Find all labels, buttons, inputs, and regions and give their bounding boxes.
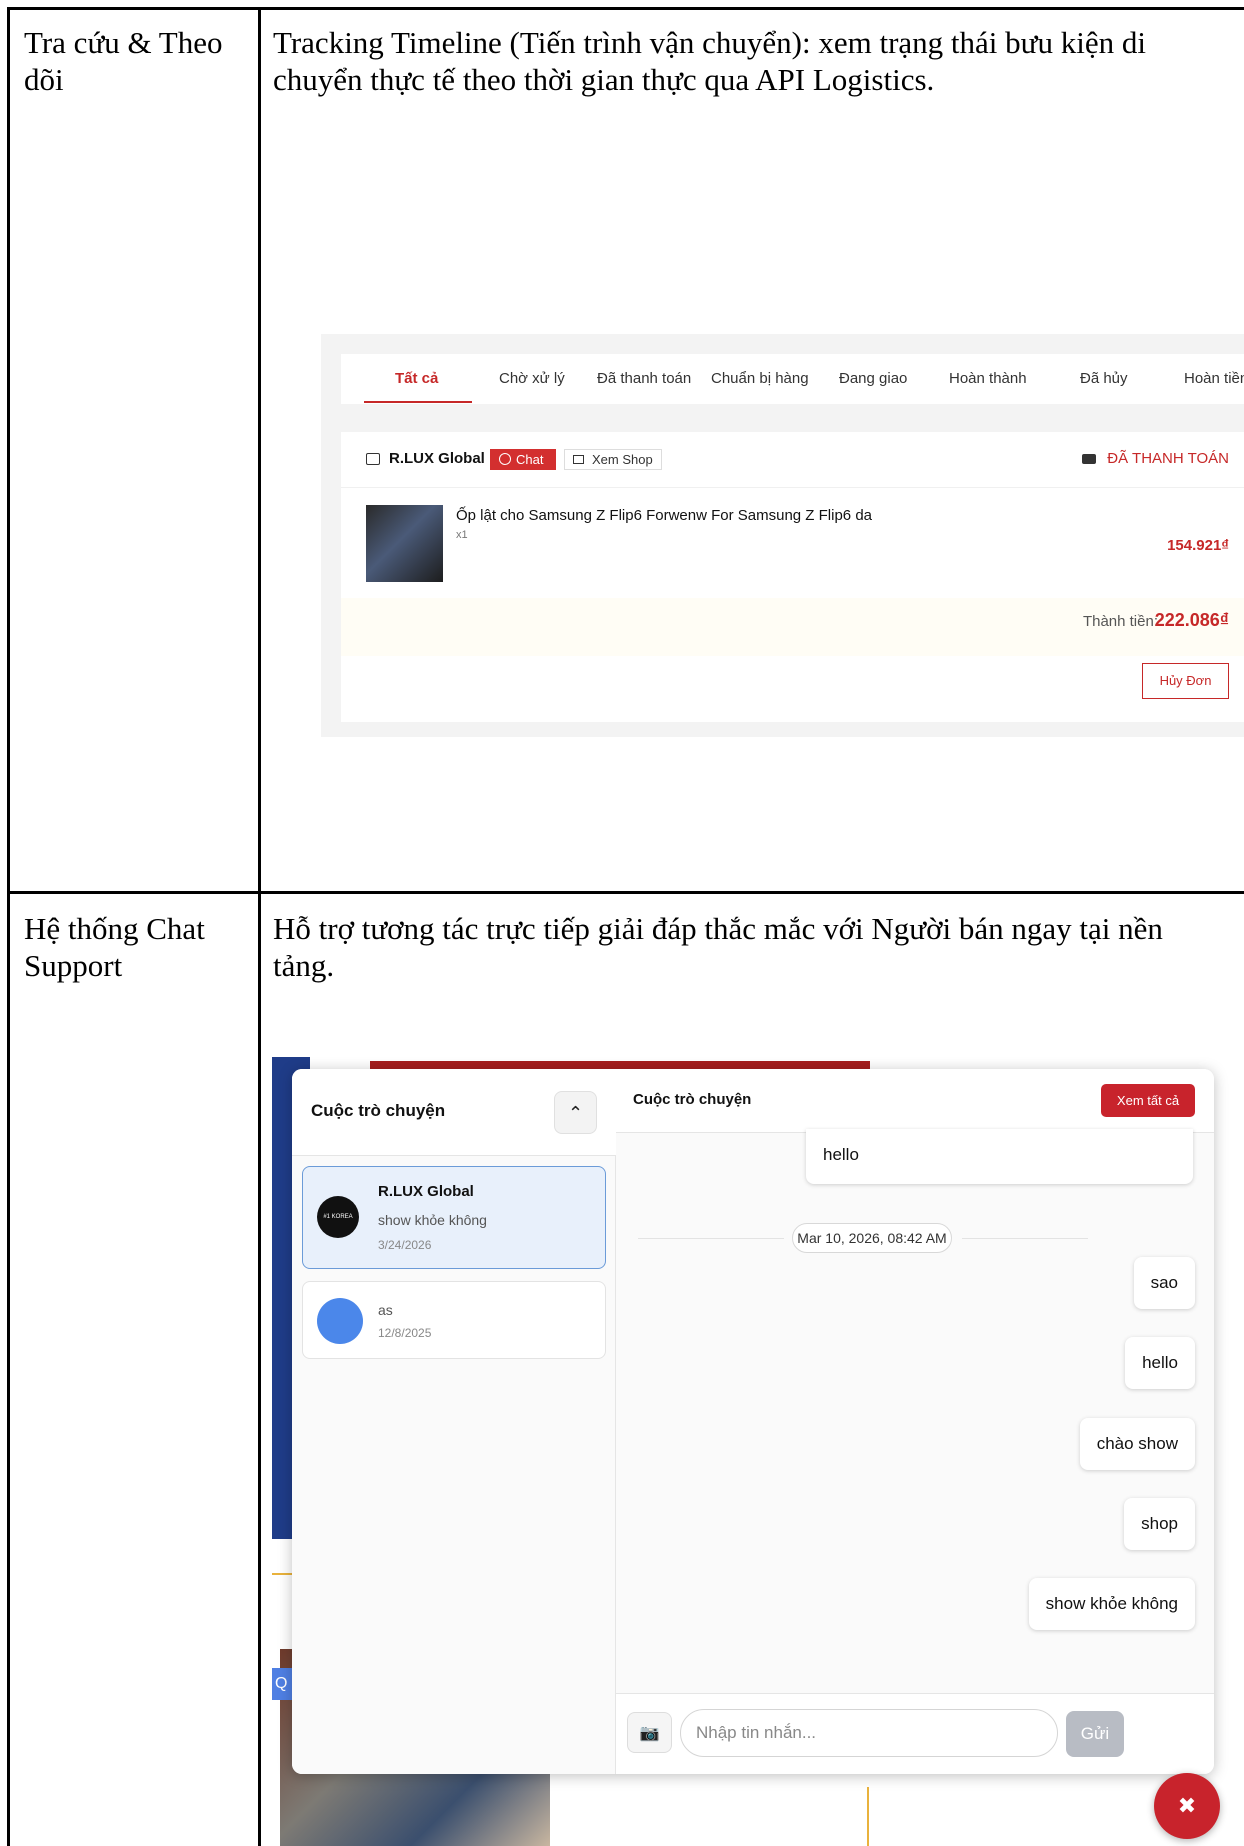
camera-icon: 📷 bbox=[639, 1725, 660, 1742]
active-tab-indicator bbox=[364, 401, 472, 403]
view-shop-button[interactable]: Xem Shop bbox=[564, 449, 662, 470]
conversation-last-message: show khỏe không bbox=[378, 1212, 487, 1228]
shop-avatar: #1 KOREA bbox=[317, 1196, 359, 1238]
order-card: R.LUX Global Chat Xem Shop ĐÃ THANH TOÁN… bbox=[341, 432, 1244, 722]
outgoing-message: sao bbox=[1133, 1257, 1195, 1309]
outgoing-message: show khỏe không bbox=[1028, 1578, 1195, 1630]
order-status-tabs: Tất cả Chờ xử lý Đã thanh toán Chuẩn bị … bbox=[341, 354, 1244, 404]
description-cell-tracking: Tracking Timeline (Tiến trình vận chuyển… bbox=[273, 25, 1146, 97]
shop-avatar-text: #1 KOREA bbox=[323, 1214, 353, 1220]
view-shop-label: Xem Shop bbox=[592, 452, 653, 467]
conversation-item[interactable]: as 12/8/2025 bbox=[302, 1281, 606, 1359]
chat-panel: Cuộc trò chuyện ⌃ #1 KOREA R.LUX Global … bbox=[292, 1069, 1214, 1774]
tab-preparing[interactable]: Chuẩn bị hàng bbox=[711, 354, 809, 404]
order-status-label: ĐÃ THANH TOÁN bbox=[1107, 450, 1229, 467]
tab-paid[interactable]: Đã thanh toán bbox=[597, 354, 691, 404]
shop-name: R.LUX Global bbox=[389, 450, 485, 467]
product-image[interactable] bbox=[366, 505, 443, 582]
conversation-list-header: Cuộc trò chuyện ⌃ bbox=[292, 1069, 616, 1156]
tab-completed[interactable]: Hoàn thành bbox=[949, 354, 1027, 404]
tab-refunded[interactable]: Hoàn tiền bbox=[1184, 354, 1244, 404]
tab-all[interactable]: Tất cả bbox=[395, 354, 438, 404]
total-value: 222.086₫ bbox=[1154, 610, 1229, 630]
date-separator: Mar 10, 2026, 08:42 AM bbox=[616, 1223, 1214, 1253]
message-input-bar: 📷 Gửi bbox=[616, 1693, 1214, 1774]
order-status: ĐÃ THANH TOÁN bbox=[1082, 448, 1229, 470]
feature-cell-tracking: Tra cứu & Theo dõi bbox=[24, 25, 223, 97]
total-row: Thành tiền: 222.086₫ bbox=[341, 598, 1244, 656]
outgoing-message: hello bbox=[1125, 1337, 1195, 1389]
conversation-last-message: as bbox=[378, 1302, 393, 1318]
table-column-divider bbox=[258, 7, 261, 1846]
camera-button[interactable]: 📷 bbox=[627, 1712, 672, 1753]
chat-bubble-icon bbox=[499, 453, 511, 465]
message-list: hello Mar 10, 2026, 08:42 AM sao hello c… bbox=[616, 1129, 1214, 1693]
thread-header: Cuộc trò chuyện Xem tất cả bbox=[616, 1069, 1214, 1133]
close-chat-button[interactable]: ✖ bbox=[1154, 1773, 1220, 1839]
date-separator-label: Mar 10, 2026, 08:42 AM bbox=[792, 1223, 952, 1253]
incoming-message: hello bbox=[806, 1129, 1193, 1184]
conversation-list: Cuộc trò chuyện ⌃ #1 KOREA R.LUX Global … bbox=[292, 1069, 616, 1774]
total-label: Thành tiền: bbox=[1082, 613, 1158, 630]
conversation-date: 12/8/2025 bbox=[378, 1326, 432, 1340]
chat-button-label: Chat bbox=[516, 452, 544, 467]
table-border-left bbox=[7, 7, 10, 1846]
truck-icon bbox=[1082, 454, 1097, 464]
store-icon bbox=[573, 455, 584, 464]
send-button[interactable]: Gửi bbox=[1066, 1711, 1124, 1757]
product-name[interactable]: Ốp lật cho Samsung Z Flip6 Forwenw For S… bbox=[456, 506, 872, 526]
divider bbox=[962, 1238, 1088, 1239]
feature-cell-chat: Hệ thống Chat Support bbox=[24, 911, 205, 983]
close-icon: ✖ bbox=[1177, 1793, 1197, 1818]
cancel-order-button[interactable]: Hủy Đơn bbox=[1142, 663, 1229, 699]
collapse-button[interactable]: ⌃ bbox=[554, 1091, 597, 1134]
thread-title: Cuộc trò chuyện bbox=[633, 1091, 752, 1108]
shop-row: R.LUX Global Chat Xem Shop ĐÃ THANH TOÁN bbox=[341, 432, 1244, 488]
view-all-button[interactable]: Xem tất cả bbox=[1101, 1084, 1195, 1117]
conversation-date: 3/24/2026 bbox=[378, 1238, 432, 1252]
background-tag-text: Q bbox=[275, 1675, 288, 1692]
outgoing-message: shop bbox=[1124, 1498, 1195, 1550]
tab-pending[interactable]: Chờ xử lý bbox=[499, 354, 565, 404]
message-input[interactable] bbox=[680, 1709, 1058, 1757]
conversation-item[interactable]: #1 KOREA R.LUX Global show khỏe không 3/… bbox=[302, 1166, 606, 1269]
background-accent-line bbox=[867, 1787, 869, 1846]
tab-shipping[interactable]: Đang giao bbox=[839, 354, 907, 404]
outgoing-message: chào show bbox=[1079, 1418, 1195, 1470]
table-border-top bbox=[7, 7, 1244, 10]
user-avatar bbox=[317, 1298, 363, 1344]
orders-screenshot: Tất cả Chờ xử lý Đã thanh toán Chuẩn bị … bbox=[321, 334, 1244, 737]
description-cell-chat: Hỗ trợ tương tác trực tiếp giải đáp thắc… bbox=[273, 911, 1163, 983]
conversation-list-title: Cuộc trò chuyện bbox=[311, 1101, 446, 1120]
background-accent bbox=[272, 1573, 292, 1575]
divider bbox=[638, 1238, 784, 1239]
tab-cancelled[interactable]: Đã hủy bbox=[1080, 354, 1128, 404]
table-row-divider bbox=[7, 891, 1244, 894]
chat-screenshot: Q Cuộc trò chuyện ⌃ #1 KOREA R.LUX Globa… bbox=[272, 1057, 1244, 1846]
store-icon bbox=[366, 453, 380, 465]
conversation-name: R.LUX Global bbox=[378, 1183, 474, 1200]
chevron-up-icon: ⌃ bbox=[567, 1103, 584, 1123]
product-quantity: x1 bbox=[456, 529, 468, 541]
product-price: 154.921₫ bbox=[1167, 537, 1229, 554]
chat-button[interactable]: Chat bbox=[490, 449, 556, 470]
